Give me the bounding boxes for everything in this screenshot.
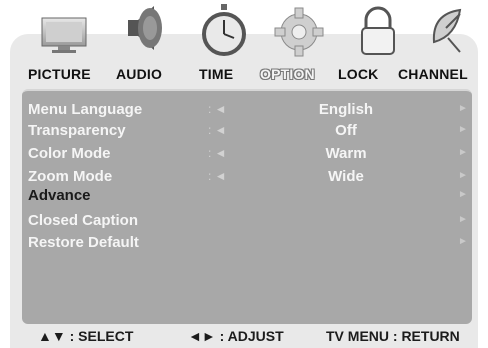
tab-option[interactable]: OPTION <box>260 66 315 82</box>
menu-row-transparency[interactable]: Transparency : ◄ Off ► <box>22 122 472 144</box>
menu-row-closed-caption[interactable]: Closed Caption ► <box>22 212 472 234</box>
option-menu-panel: Menu Language : ◄ English ► Transparency… <box>22 89 472 324</box>
speaker-icon[interactable] <box>118 0 170 56</box>
menu-row-value: Wide <box>328 168 364 185</box>
left-arrow-icon[interactable]: : ◄ <box>208 102 227 116</box>
gear-icon[interactable] <box>273 4 325 60</box>
adjust-hint-label: : ADJUST <box>219 328 284 344</box>
tab-audio[interactable]: AUDIO <box>116 66 162 82</box>
menu-row-value: Warm <box>325 145 367 162</box>
padlock-icon[interactable] <box>352 2 404 58</box>
satellite-dish-icon[interactable] <box>426 2 478 58</box>
right-arrow-icon[interactable]: ► <box>458 189 468 200</box>
tab-time[interactable]: TIME <box>199 66 233 82</box>
left-arrow-icon[interactable]: : ◄ <box>208 169 227 183</box>
right-arrow-icon[interactable]: ► <box>458 236 468 247</box>
menu-row-label: Color Mode <box>28 145 111 162</box>
left-right-arrows-icon: ◄► <box>188 328 216 344</box>
stopwatch-icon[interactable] <box>198 2 250 58</box>
menu-row-label: Transparency <box>28 122 126 139</box>
menu-row-menu-language[interactable]: Menu Language : ◄ English ► <box>22 101 472 123</box>
menu-row-label: Closed Caption <box>28 212 139 229</box>
menu-row-label: Restore Default <box>28 234 139 251</box>
tab-lock[interactable]: LOCK <box>338 66 378 82</box>
menu-row-value: English <box>318 101 374 118</box>
select-hint: ▲▼ : SELECT <box>38 328 133 344</box>
menu-row-label: Menu Language <box>28 101 143 118</box>
up-down-arrows-icon: ▲▼ <box>38 328 66 344</box>
right-arrow-icon[interactable]: ► <box>458 214 468 225</box>
menu-row-color-mode[interactable]: Color Mode : ◄ Warm ► <box>22 145 472 167</box>
return-hint: TV MENU : RETURN <box>326 328 460 344</box>
category-icons <box>20 0 488 60</box>
adjust-hint: ◄► : ADJUST <box>188 328 284 344</box>
tab-bar: PICTURE AUDIO TIME OPTION LOCK CHANNEL <box>10 66 478 88</box>
right-arrow-icon[interactable]: ► <box>458 103 468 114</box>
right-arrow-icon[interactable]: ► <box>458 124 468 135</box>
left-arrow-icon[interactable]: : ◄ <box>208 123 227 137</box>
select-hint-label: : SELECT <box>69 328 134 344</box>
tv-monitor-icon[interactable] <box>38 4 90 60</box>
menu-row-label: Zoom Mode <box>28 168 113 185</box>
key-help-bar: ▲▼ : SELECT ◄► : ADJUST TV MENU : RETURN <box>0 328 488 348</box>
left-arrow-icon[interactable]: : ◄ <box>208 146 227 160</box>
right-arrow-icon[interactable]: ► <box>458 170 468 181</box>
menu-row-value: Off <box>335 122 357 139</box>
menu-row-label: Advance <box>28 187 91 204</box>
menu-row-restore-default[interactable]: Restore Default ► <box>22 234 472 256</box>
tab-picture[interactable]: PICTURE <box>28 66 91 82</box>
menu-row-advance[interactable]: Advance ► <box>22 187 472 209</box>
right-arrow-icon[interactable]: ► <box>458 147 468 158</box>
tab-channel[interactable]: CHANNEL <box>398 66 468 82</box>
